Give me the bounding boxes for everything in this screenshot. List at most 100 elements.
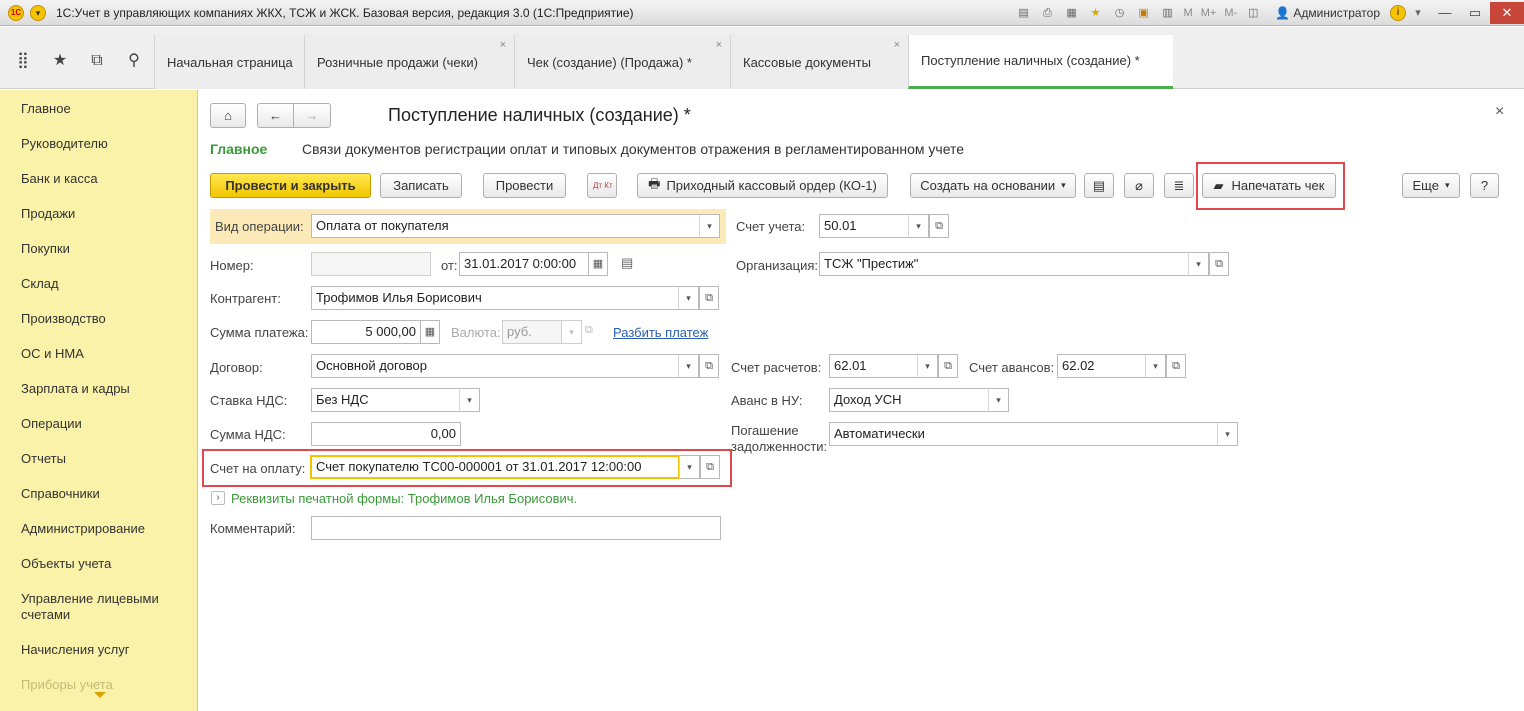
number-field[interactable] <box>311 252 431 276</box>
sidebar-item-service-charges[interactable]: Начисления услуг <box>21 642 129 658</box>
memory-mplus-button[interactable]: M+ <box>1201 7 1217 19</box>
sidebar-item-purchases[interactable]: Покупки <box>21 241 70 257</box>
chevron-down-icon[interactable]: ▾ <box>459 388 480 412</box>
scroll-down-arrow-icon[interactable] <box>94 692 106 698</box>
sidebar-item-meters[interactable]: Приборы учета <box>21 677 113 693</box>
back-button[interactable]: ← <box>257 103 293 128</box>
chevron-down-icon[interactable]: ▾ <box>1188 252 1209 276</box>
contract-field[interactable]: Основной договор <box>311 354 679 378</box>
maximize-button[interactable]: ▭ <box>1460 2 1490 24</box>
calendar-icon[interactable]: ▣ <box>1135 5 1153 21</box>
help-button[interactable]: ? <box>1470 173 1499 198</box>
chevron-down-icon[interactable]: ▾ <box>679 455 700 479</box>
sidebar-item-main[interactable]: Главное <box>21 101 71 117</box>
chevron-down-icon[interactable]: ▾ <box>1409 5 1427 21</box>
calendar-icon[interactable]: ▦ <box>588 252 608 276</box>
amount-field[interactable]: 5 000,00 <box>311 320 421 344</box>
favorites-star-icon[interactable]: ★ <box>50 51 70 71</box>
counterparty-field[interactable]: Трофимов Илья Борисович <box>311 286 679 310</box>
chevron-down-icon[interactable]: ▾ <box>561 320 582 344</box>
sidebar-item-reports[interactable]: Отчеты <box>21 451 66 467</box>
sidebar-item-bank-cash[interactable]: Банк и касса <box>21 171 98 187</box>
calculator-icon[interactable]: ▥ <box>1159 5 1177 21</box>
comment-field[interactable] <box>311 516 721 540</box>
tab-cash-documents[interactable]: Кассовые документы × <box>730 35 908 89</box>
organization-field[interactable]: ТСЖ "Престиж" <box>819 252 1189 276</box>
sidebar-item-operations[interactable]: Операции <box>21 416 82 432</box>
expand-chevron-icon[interactable]: › <box>211 491 225 505</box>
attachment-button[interactable]: ⌀ <box>1124 173 1154 198</box>
home-button[interactable]: ⌂ <box>210 103 246 128</box>
currency-field[interactable]: руб. <box>502 320 562 344</box>
open-icon[interactable]: ⧉ <box>699 286 719 310</box>
tab-retail-sales[interactable]: Розничные продажи (чеки) × <box>304 35 514 89</box>
close-form-button[interactable]: × <box>1495 103 1504 121</box>
post-and-close-button[interactable]: Провести и закрыть <box>210 173 371 198</box>
open-icon[interactable]: ⧉ <box>585 324 593 337</box>
chevron-down-icon[interactable]: ▾ <box>678 286 699 310</box>
chevron-down-icon[interactable]: ▾ <box>1145 354 1166 378</box>
tab-cash-receipt[interactable]: Поступление наличных (создание) * <box>908 35 1173 89</box>
document-icon-button[interactable]: ▤ <box>1084 173 1114 198</box>
close-window-button[interactable]: ✕ <box>1490 2 1524 24</box>
sidebar-item-sales[interactable]: Продажи <box>21 206 75 222</box>
settlement-account-field[interactable]: 62.01 <box>829 354 918 378</box>
chevron-down-icon[interactable]: ▾ <box>908 214 929 238</box>
open-icon[interactable]: ⧉ <box>700 455 720 479</box>
panels-icon[interactable]: ◫ <box>1244 5 1262 21</box>
more-button[interactable]: Еще ▾ <box>1402 173 1460 198</box>
split-payment-link[interactable]: Разбить платеж <box>613 325 708 340</box>
report-button[interactable]: ≣ <box>1164 173 1194 198</box>
invoice-field[interactable]: Счет покупателю ТС00-000001 от 31.01.201… <box>310 455 680 479</box>
print-requisites-section[interactable]: Реквизиты печатной формы: Трофимов Илья … <box>231 491 577 506</box>
close-icon[interactable]: × <box>500 39 506 51</box>
search-icon[interactable]: ⚲ <box>124 51 144 71</box>
history-icon[interactable]: ⧉ <box>87 51 107 71</box>
sidebar-item-warehouse[interactable]: Склад <box>21 276 59 292</box>
memory-m-button[interactable]: M <box>1184 7 1193 19</box>
op-type-field[interactable]: Оплата от покупателя <box>311 214 700 238</box>
sidebar-item-manager[interactable]: Руководителю <box>21 136 108 152</box>
sidebar-item-payroll[interactable]: Зарплата и кадры <box>21 381 130 397</box>
info-icon[interactable]: i <box>1390 5 1406 21</box>
open-icon[interactable]: ⧉ <box>929 214 949 238</box>
date-field[interactable]: 31.01.2017 0:00:00 <box>459 252 589 276</box>
open-icon[interactable]: ⧉ <box>699 354 719 378</box>
close-icon[interactable]: × <box>894 39 900 51</box>
dt-kt-button[interactable]: Дт Кт <box>587 173 617 198</box>
open-icon[interactable]: ⧉ <box>1166 354 1186 378</box>
chevron-down-icon[interactable]: ▾ <box>917 354 938 378</box>
main-menu-icon[interactable]: ▾ <box>30 4 46 21</box>
sidebar-item-administration[interactable]: Администрирование <box>21 521 145 537</box>
sidebar-item-catalogs[interactable]: Справочники <box>21 486 100 502</box>
repayment-field[interactable]: Автоматически <box>829 422 1218 446</box>
forward-button[interactable]: → <box>293 103 331 128</box>
number-settings-icon[interactable]: ▤ <box>621 255 633 271</box>
open-icon[interactable]: ⧉ <box>938 354 958 378</box>
save-icon[interactable]: ▤ <box>1015 5 1033 21</box>
favorite-star-icon[interactable]: ★ <box>1087 5 1105 21</box>
sidebar-item-fixed-assets[interactable]: ОС и НМА <box>21 346 84 362</box>
nav-document-links[interactable]: Связи документов регистрации оплат и тип… <box>302 141 964 157</box>
history-icon[interactable]: ◷ <box>1111 5 1129 21</box>
open-icon[interactable]: ⧉ <box>1209 252 1229 276</box>
close-icon[interactable]: × <box>716 39 722 51</box>
sidebar-item-personal-accounts-line2[interactable]: счетами <box>21 607 70 623</box>
memory-mminus-button[interactable]: M- <box>1224 7 1237 19</box>
vat-sum-field[interactable]: 0,00 <box>311 422 461 446</box>
chevron-down-icon[interactable]: ▾ <box>1217 422 1238 446</box>
chevron-down-icon[interactable]: ▾ <box>988 388 1009 412</box>
pko-print-button[interactable]: 🖶 Приходный кассовый ордер (КО-1) <box>637 173 888 198</box>
calculator-icon[interactable]: ▦ <box>420 320 440 344</box>
sidebar-item-production[interactable]: Производство <box>21 311 106 327</box>
all-functions-grid-icon[interactable]: ⣿ <box>13 51 33 71</box>
advance-nu-field[interactable]: Доход УСН <box>829 388 989 412</box>
sidebar-item-personal-accounts[interactable]: Управление лицевыми <box>21 591 159 607</box>
tab-home[interactable]: Начальная страница <box>154 35 304 89</box>
user-name[interactable]: 👤 Администратор <box>1275 6 1380 20</box>
sidebar-item-accounting-objects[interactable]: Объекты учета <box>21 556 111 572</box>
tab-check-creation[interactable]: Чек (создание) (Продажа) * × <box>514 35 730 89</box>
post-button[interactable]: Провести <box>483 173 566 198</box>
vat-rate-field[interactable]: Без НДС <box>311 388 460 412</box>
chevron-down-icon[interactable]: ▾ <box>678 354 699 378</box>
